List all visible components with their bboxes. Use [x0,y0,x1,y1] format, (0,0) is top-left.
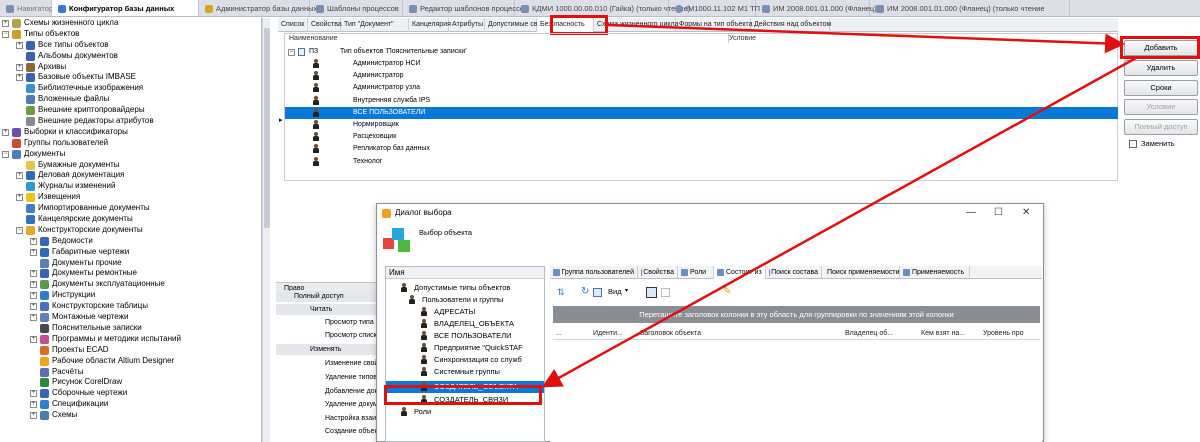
annotation-arrows [541,23,1137,388]
arrow-tab-to-add [607,23,1125,54]
arrow-add-to-item [541,56,1137,388]
